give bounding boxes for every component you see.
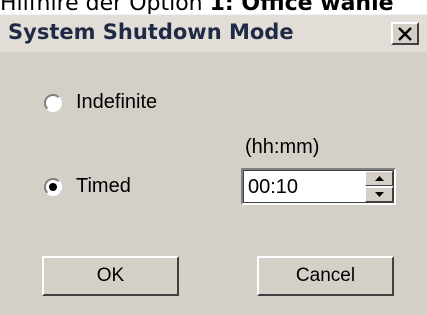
time-spinbox[interactable]: 00:10 [241,168,396,205]
indefinite-option[interactable]: Indefinite [44,91,157,114]
radio-selected-dot [49,182,57,191]
spin-up-button[interactable] [365,171,393,186]
time-unit-label: (hh:mm) [245,136,320,158]
cancel-button[interactable]: Cancel [257,256,394,296]
indefinite-label: Indefinite [76,91,158,113]
indefinite-radio[interactable] [44,93,62,112]
time-value[interactable]: 00:10 [248,176,298,199]
timed-option[interactable]: Timed [44,175,131,198]
spin-buttons [365,171,393,202]
arrow-down-icon [375,192,384,197]
arrow-up-icon [375,176,384,181]
dialog-title: System Shutdown Mode [8,20,294,44]
dialog-titlebar[interactable]: System Shutdown Mode [0,15,427,52]
shutdown-mode-dialog: System Shutdown Mode Indefinite (hh:mm) … [0,14,427,315]
ok-button[interactable]: OK [42,256,179,296]
timed-label: Timed [76,175,131,197]
close-button[interactable] [391,22,419,45]
spin-down-button[interactable] [365,187,393,202]
timed-radio[interactable] [44,177,62,196]
close-icon [398,27,412,41]
